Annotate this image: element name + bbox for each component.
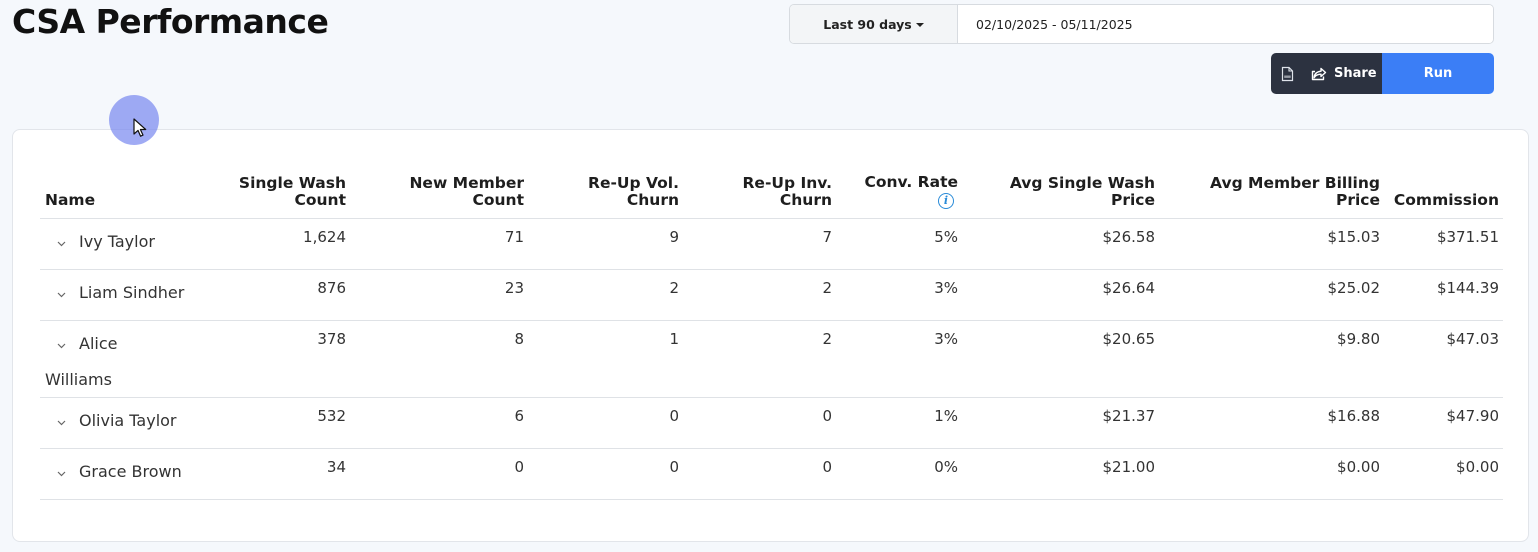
avg-member-billing-price: $15.03 — [1159, 218, 1384, 270]
reup-inv-churn: 2 — [683, 320, 836, 398]
avg-member-billing-price: $16.88 — [1159, 397, 1384, 449]
employee-name: Ivy Taylor — [79, 231, 155, 251]
employee-name: Liam Sindher — [79, 282, 185, 302]
header-commission[interactable]: Commission — [1384, 166, 1503, 219]
reup-vol-churn: 0 — [528, 397, 683, 449]
name-cell: Alice Williams — [40, 320, 210, 398]
name-cell: Grace Brown — [40, 448, 210, 500]
single-wash-count: 532 — [210, 397, 350, 449]
new-member-count: 0 — [350, 448, 528, 500]
header-avg-single-wash-price[interactable]: Avg Single Wash Price — [962, 166, 1159, 219]
name-cell: Ivy Taylor — [40, 218, 210, 270]
run-button[interactable]: Run — [1382, 53, 1494, 94]
commission: $47.90 — [1384, 397, 1503, 449]
mouse-pointer-icon — [133, 118, 147, 137]
reup-inv-churn: 0 — [683, 448, 836, 500]
commission: $0.00 — [1384, 448, 1503, 500]
new-member-count: 71 — [350, 218, 528, 270]
header-conv-rate[interactable]: Conv. Rate i — [836, 166, 962, 219]
reup-vol-churn: 0 — [528, 448, 683, 500]
new-member-count: 23 — [350, 269, 528, 321]
date-range-input[interactable] — [958, 5, 1493, 43]
conv-rate: 5% — [836, 218, 962, 270]
single-wash-count: 378 — [210, 320, 350, 398]
avg-single-wash-price: $20.65 — [962, 320, 1159, 398]
employee-name: Olivia Taylor — [79, 410, 177, 430]
chevron-down-icon[interactable] — [45, 411, 79, 431]
table-row[interactable]: Olivia Taylor 532 6 0 0 1% $21.37 $16.88… — [40, 397, 1503, 449]
conv-rate: 1% — [836, 397, 962, 449]
avg-member-billing-price: $25.02 — [1159, 269, 1384, 321]
reup-inv-churn: 0 — [683, 397, 836, 449]
header-name[interactable]: Name — [40, 166, 210, 219]
table-row[interactable]: Liam Sindher 876 23 2 2 3% $26.64 $25.02… — [40, 269, 1503, 321]
chevron-down-icon[interactable] — [45, 334, 79, 354]
reup-vol-churn: 9 — [528, 218, 683, 270]
commission: $371.51 — [1384, 218, 1503, 270]
share-arrow-icon — [1311, 67, 1327, 80]
reup-inv-churn: 2 — [683, 269, 836, 321]
commission: $47.03 — [1384, 320, 1503, 398]
employee-name: Grace Brown — [79, 461, 182, 481]
avg-single-wash-price: $26.64 — [962, 269, 1159, 321]
header-reup-inv-churn[interactable]: Re-Up Inv. Churn — [683, 166, 836, 219]
single-wash-count: 34 — [210, 448, 350, 500]
chevron-down-icon[interactable] — [45, 232, 79, 252]
table-header: Name Single Wash Count New Member Count … — [40, 166, 1503, 219]
reup-vol-churn: 1 — [528, 320, 683, 398]
conv-rate: 3% — [836, 269, 962, 321]
avg-single-wash-price: $26.58 — [962, 218, 1159, 270]
header-reup-vol-churn[interactable]: Re-Up Vol. Churn — [528, 166, 683, 219]
header-single-wash-count[interactable]: Single Wash Count — [210, 166, 350, 219]
conv-rate: 0% — [836, 448, 962, 500]
new-member-count: 8 — [350, 320, 528, 398]
csv-file-icon — [1281, 66, 1293, 81]
commission: $144.39 — [1384, 269, 1503, 321]
name-cell: Liam Sindher — [40, 269, 210, 321]
chevron-down-icon[interactable] — [45, 462, 79, 482]
info-icon[interactable]: i — [938, 192, 954, 209]
avg-member-billing-price: $0.00 — [1159, 448, 1384, 500]
avg-member-billing-price: $9.80 — [1159, 320, 1384, 398]
date-range-control: Last 90 days — [789, 4, 1494, 44]
performance-table-card: Name Single Wash Count New Member Count … — [12, 129, 1529, 542]
performance-table: Name Single Wash Count New Member Count … — [40, 166, 1503, 500]
date-preset-dropdown[interactable]: Last 90 days — [790, 5, 958, 43]
date-preset-label: Last 90 days — [823, 16, 912, 32]
export-csv-button[interactable] — [1271, 53, 1303, 94]
employee-last-name: Williams — [45, 369, 112, 389]
table-body: Ivy Taylor 1,624 71 9 7 5% $26.58 $15.03… — [40, 218, 1503, 500]
action-buttons: Share Run — [1271, 53, 1494, 94]
table-row[interactable]: Alice Williams 378 8 1 2 3% $20.65 $9.80… — [40, 320, 1503, 398]
page-title: CSA Performance — [12, 2, 329, 41]
table-row[interactable]: Grace Brown 34 0 0 0 0% $21.00 $0.00 $0.… — [40, 448, 1503, 500]
conv-rate: 3% — [836, 320, 962, 398]
share-label: Share — [1334, 66, 1377, 81]
chevron-down-icon[interactable] — [45, 283, 79, 303]
single-wash-count: 1,624 — [210, 218, 350, 270]
table-row[interactable]: Ivy Taylor 1,624 71 9 7 5% $26.58 $15.03… — [40, 218, 1503, 270]
employee-first-name: Alice — [79, 333, 118, 353]
caret-down-icon — [915, 22, 924, 27]
header-new-member-count[interactable]: New Member Count — [350, 166, 528, 219]
avg-single-wash-price: $21.00 — [962, 448, 1159, 500]
header-avg-member-billing-price[interactable]: Avg Member Billing Price — [1159, 166, 1384, 219]
avg-single-wash-price: $21.37 — [962, 397, 1159, 449]
name-cell: Olivia Taylor — [40, 397, 210, 449]
reup-vol-churn: 2 — [528, 269, 683, 321]
share-button[interactable]: Share — [1303, 53, 1382, 94]
new-member-count: 6 — [350, 397, 528, 449]
csa-performance-page: CSA Performance Last 90 days Share Run — [0, 0, 1538, 552]
single-wash-count: 876 — [210, 269, 350, 321]
reup-inv-churn: 7 — [683, 218, 836, 270]
